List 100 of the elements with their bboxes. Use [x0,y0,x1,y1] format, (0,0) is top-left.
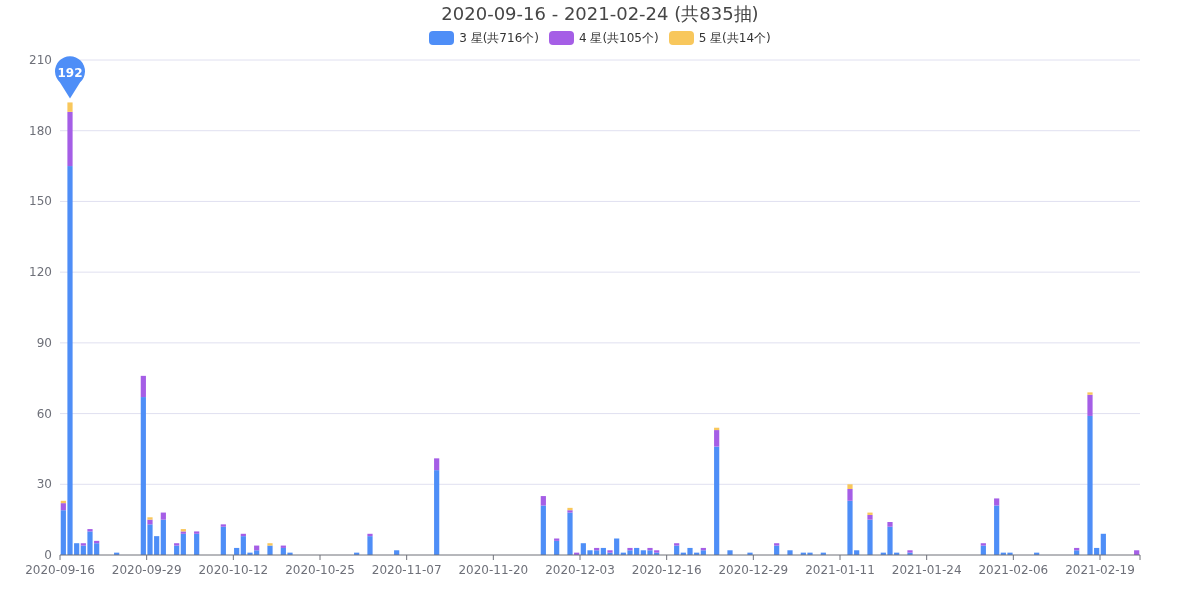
bar[interactable] [60,500,66,504]
bar[interactable] [567,510,573,513]
bar[interactable] [994,498,1000,506]
bar[interactable] [594,550,600,555]
bar[interactable] [287,552,293,555]
bar[interactable] [867,519,873,555]
bar[interactable] [154,536,160,555]
bar[interactable] [880,552,886,555]
bar[interactable] [647,550,653,555]
bar[interactable] [1074,547,1080,551]
bar[interactable] [627,547,633,551]
bar[interactable] [1034,552,1040,555]
bar[interactable] [800,552,806,555]
bar[interactable] [674,543,680,546]
bar[interactable] [627,550,633,555]
bar[interactable] [747,552,753,555]
bar[interactable] [367,536,373,555]
bar[interactable] [614,538,620,555]
legend-swatch[interactable] [429,31,455,45]
bar[interactable] [60,510,66,555]
bar[interactable] [80,545,86,555]
bar[interactable] [87,529,93,532]
bar[interactable] [1007,552,1013,555]
bar[interactable] [220,526,226,555]
bar[interactable] [847,489,853,501]
bar[interactable] [540,496,546,506]
bar[interactable] [620,552,626,555]
bar[interactable] [280,545,286,548]
bar[interactable] [714,430,720,447]
bar[interactable] [180,533,186,555]
bar[interactable] [60,503,66,511]
bar[interactable] [554,540,560,555]
bar[interactable] [687,547,693,555]
bar[interactable] [74,543,80,555]
bar[interactable] [820,552,826,555]
bar[interactable] [1100,533,1106,555]
bar[interactable] [114,552,120,555]
bar[interactable] [240,536,246,555]
bar[interactable] [240,533,246,537]
legend-swatch[interactable] [548,31,574,45]
bar[interactable] [87,531,93,555]
bar[interactable] [94,543,100,555]
bar[interactable] [234,547,240,555]
bar[interactable] [887,526,893,555]
bar[interactable] [174,543,180,546]
bar[interactable] [434,470,440,555]
bar[interactable] [994,505,1000,555]
bar[interactable] [980,543,986,546]
bar[interactable] [854,550,860,555]
bar[interactable] [247,552,253,555]
bar[interactable] [94,540,100,544]
bar[interactable] [160,519,166,555]
bar[interactable] [727,550,733,555]
bar[interactable] [267,545,273,555]
bar[interactable] [147,524,153,555]
bar[interactable] [194,531,200,534]
bar[interactable] [594,547,600,551]
bar[interactable] [354,552,360,555]
bar[interactable] [554,538,560,541]
bar[interactable] [367,533,373,537]
bar[interactable] [700,550,706,555]
legend-label[interactable]: 4 星(共105个) [578,29,659,47]
bar[interactable] [254,550,260,555]
bar[interactable] [787,550,793,555]
legend-label[interactable]: 5 星(共14个) [698,29,771,47]
bar[interactable] [1000,552,1006,555]
bar[interactable] [67,166,73,555]
bar[interactable] [647,547,653,551]
bar[interactable] [807,552,813,555]
bar[interactable] [680,552,686,555]
bar[interactable] [894,552,900,555]
bar[interactable] [1087,394,1093,416]
bar[interactable] [140,397,146,555]
bar[interactable] [394,550,400,555]
bar[interactable] [600,547,606,555]
bar[interactable] [160,512,166,520]
bar[interactable] [700,547,706,551]
legend-label[interactable]: 3 星(共716个) [459,29,539,47]
bar[interactable] [1134,550,1140,555]
bar[interactable] [220,524,226,527]
bar[interactable] [574,552,580,555]
legend-swatch[interactable] [668,31,694,45]
bar[interactable] [714,446,720,555]
bar[interactable] [587,550,593,555]
bar[interactable] [714,427,720,431]
bar[interactable] [640,550,646,555]
bar[interactable] [140,375,146,398]
bar[interactable] [1087,415,1093,555]
bar[interactable] [540,505,546,555]
bar[interactable] [80,543,86,546]
bar[interactable] [634,547,640,555]
bar[interactable] [774,543,780,546]
bar[interactable] [194,533,200,555]
bar[interactable] [434,458,440,471]
bar[interactable] [567,512,573,555]
bar[interactable] [254,545,260,551]
bar[interactable] [694,552,700,555]
bar[interactable] [1074,550,1080,555]
bar[interactable] [980,545,986,555]
bar[interactable] [1094,547,1100,555]
